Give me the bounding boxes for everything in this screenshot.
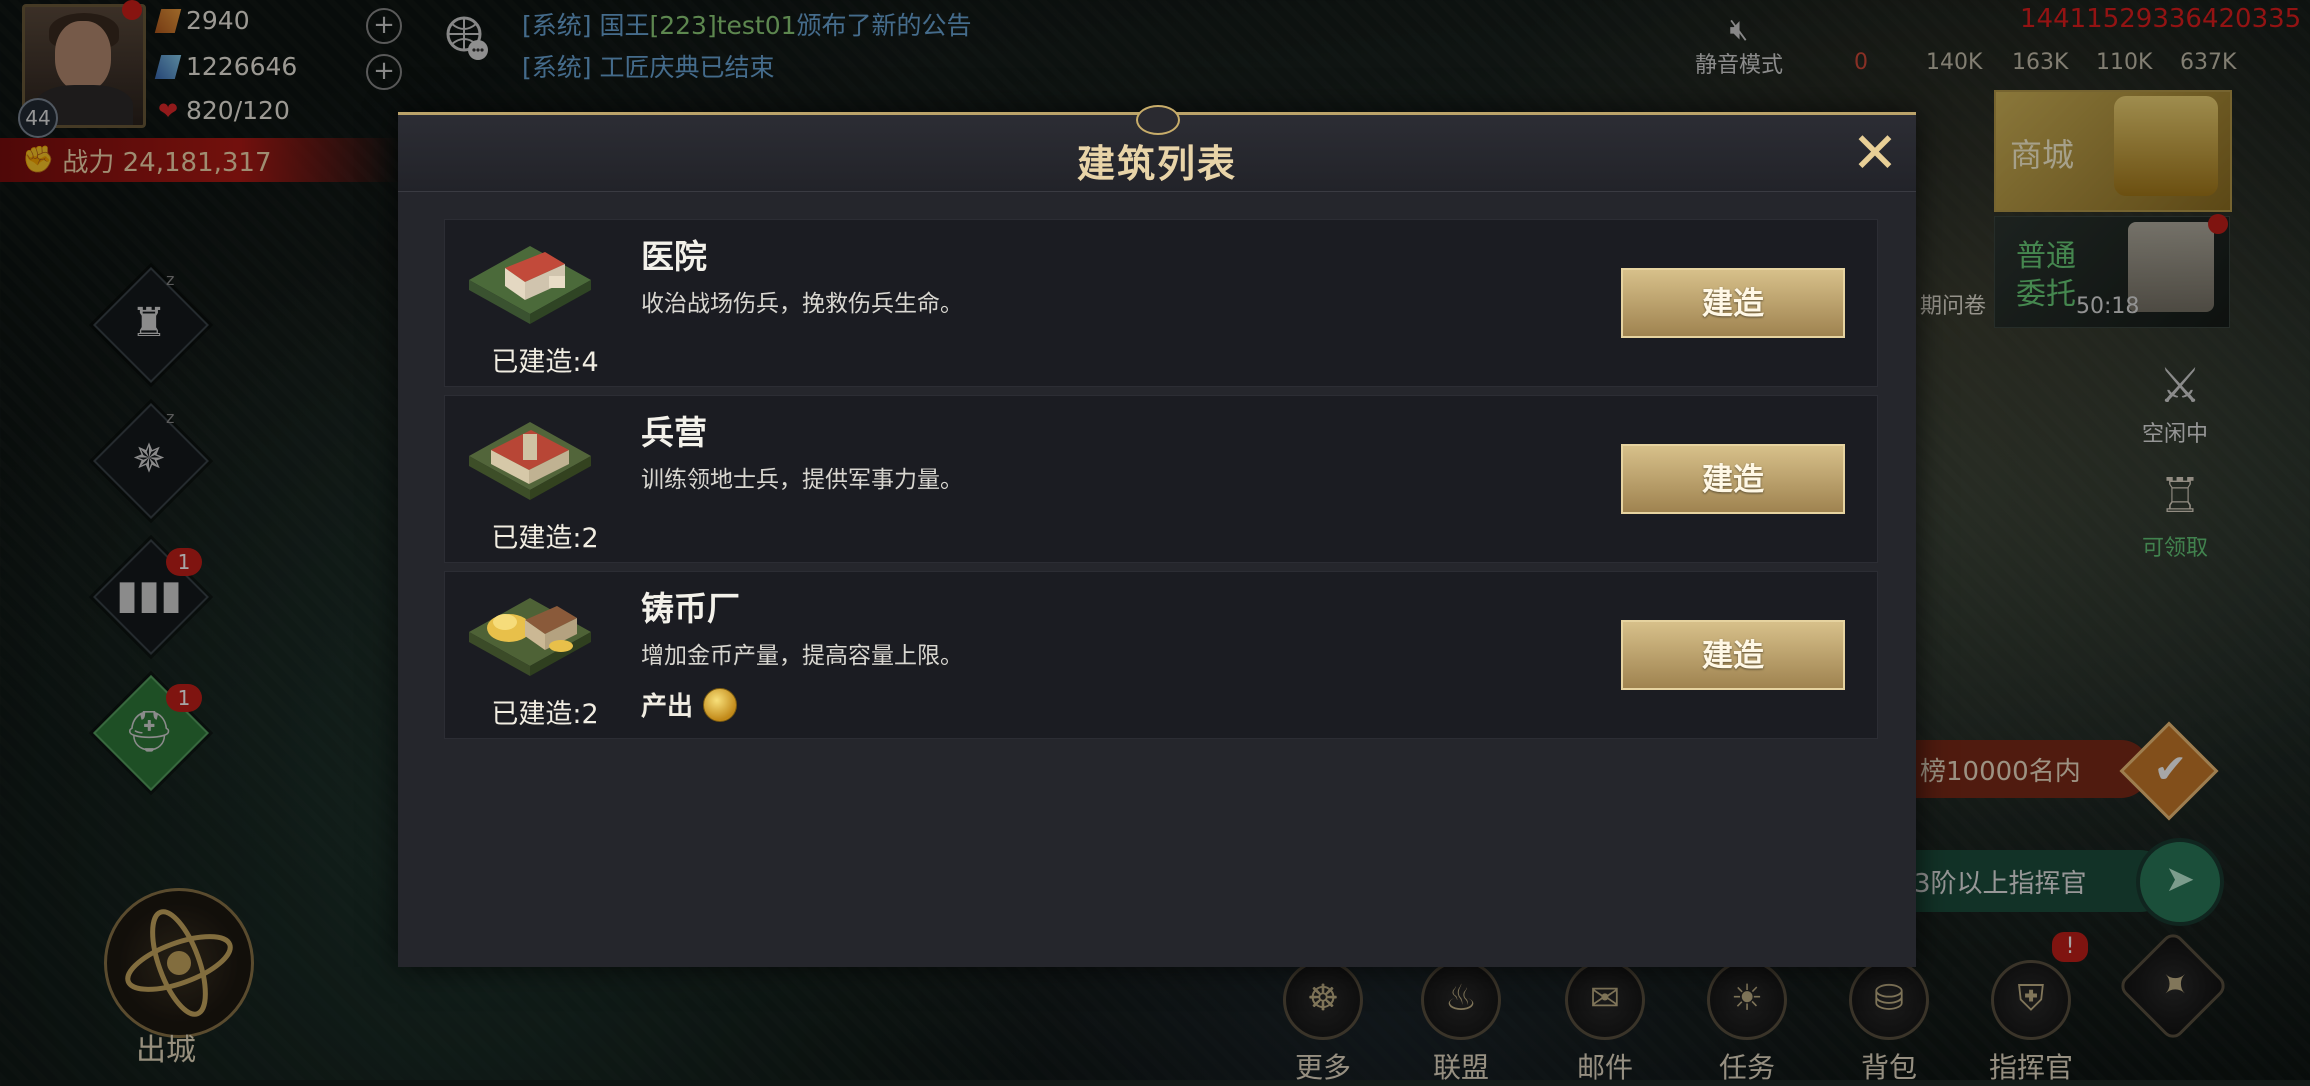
- build-mint-button[interactable]: 建造: [1621, 620, 1845, 690]
- building-row-hospital: 已建造:4 医院 收治战场伤兵，挽救伤兵生命。 建造: [444, 219, 1878, 387]
- built-count: 已建造:2: [491, 523, 599, 554]
- building-list-dialog: 建筑列表 ✕ 已建造:4 医院 收治战场伤兵，挽救伤兵生命。 建造 已建造:2 …: [398, 105, 1916, 967]
- dialog-header: 建筑列表 ✕: [398, 105, 1916, 192]
- building-name: 兵营: [641, 413, 707, 452]
- build-hospital-button[interactable]: 建造: [1621, 268, 1845, 338]
- building-description: 收治战场伤兵，挽救伤兵生命。: [641, 291, 963, 317]
- mint-building-icon: [469, 598, 591, 676]
- output-label: 产出: [641, 692, 694, 722]
- built-count: 已建造:2: [491, 699, 599, 730]
- building-name: 医院: [641, 237, 707, 276]
- build-barracks-button[interactable]: 建造: [1621, 444, 1845, 514]
- barracks-building-icon: [469, 422, 591, 500]
- building-row-mint: 已建造:2 铸币厂 增加金币产量，提高容量上限。 产出 建造: [444, 571, 1878, 739]
- built-count: 已建造:4: [491, 347, 599, 378]
- dialog-title: 建筑列表: [1076, 141, 1237, 186]
- building-description: 训练领地士兵，提供军事力量。: [641, 467, 963, 493]
- building-output: 产出: [641, 686, 738, 723]
- building-name: 铸币厂: [641, 589, 740, 628]
- building-row-barracks: 已建造:2 兵营 训练领地士兵，提供军事力量。 建造: [444, 395, 1878, 563]
- building-description: 增加金币产量，提高容量上限。: [641, 643, 963, 669]
- close-icon[interactable]: ✕: [1850, 126, 1900, 182]
- gold-coin-icon: [703, 687, 738, 722]
- header-ornament-icon: [1136, 105, 1180, 135]
- hospital-building-icon: [469, 246, 591, 324]
